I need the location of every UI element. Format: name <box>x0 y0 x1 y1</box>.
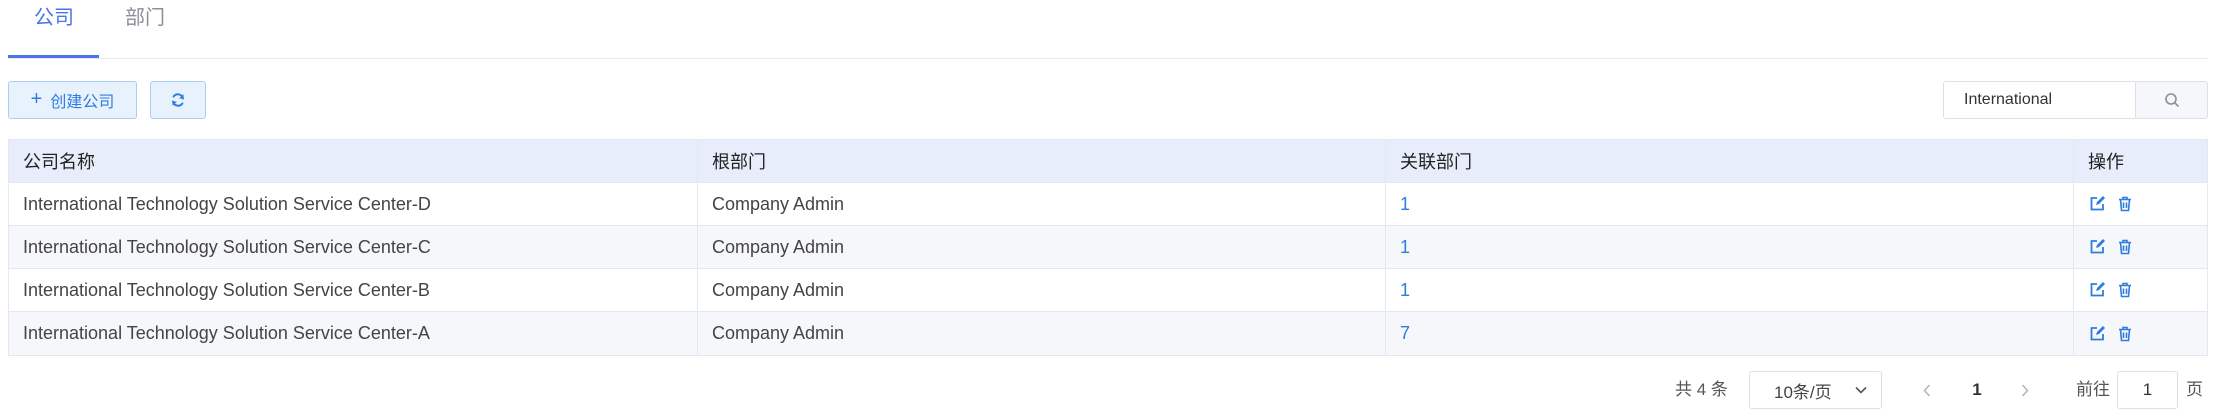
total-count: 共 4 条 <box>1675 380 1728 399</box>
search-box <box>1943 81 2208 119</box>
actions-cell <box>2074 269 2207 311</box>
company-name-cell: International Technology Solution Servic… <box>9 183 698 225</box>
linked-dept-cell: 1 <box>1386 226 2074 268</box>
tab-company[interactable]: 公司 <box>34 4 74 32</box>
refresh-icon <box>172 93 184 107</box>
column-header-company-name: 公司名称 <box>9 140 698 182</box>
company-name-cell: International Technology Solution Servic… <box>9 226 698 268</box>
table-row: International Technology Solution Servic… <box>9 226 2207 269</box>
company-table: 公司名称 根部门 关联部门 操作 International Technolog… <box>8 139 2208 356</box>
table-row: International Technology Solution Servic… <box>9 183 2207 226</box>
linked-dept-link[interactable]: 1 <box>1400 280 1410 301</box>
linked-dept-link[interactable]: 7 <box>1400 323 1410 344</box>
goto-label: 前往 <box>2076 380 2110 399</box>
page-suffix: 页 <box>2186 380 2203 399</box>
table-row: International Technology Solution Servic… <box>9 269 2207 312</box>
root-dept-cell: Company Admin <box>698 226 1386 268</box>
goto-page-input[interactable] <box>2117 371 2178 409</box>
chevron-left-icon <box>1923 383 1931 397</box>
linked-dept-link[interactable]: 1 <box>1400 237 1410 258</box>
plus-icon: + <box>30 88 43 110</box>
column-header-actions: 操作 <box>2088 152 2124 172</box>
edit-icon[interactable] <box>2088 325 2106 343</box>
tab-department[interactable]: 部门 <box>125 4 165 32</box>
column-header-root-dept: 根部门 <box>698 140 1386 182</box>
prev-page-button[interactable] <box>1912 371 1942 409</box>
actions-cell <box>2074 226 2207 268</box>
actions-cell <box>2074 312 2207 355</box>
delete-icon[interactable] <box>2116 195 2134 213</box>
search-button[interactable] <box>2135 82 2207 118</box>
edit-icon[interactable] <box>2088 195 2106 213</box>
column-header-linked-dept: 关联部门 <box>1386 140 2074 182</box>
chevron-right-icon <box>2021 383 2029 397</box>
company-name-cell: International Technology Solution Servic… <box>9 312 698 355</box>
refresh-button[interactable] <box>150 81 206 119</box>
root-dept-cell: Company Admin <box>698 269 1386 311</box>
linked-dept-cell: 1 <box>1386 183 2074 225</box>
company-name-cell: International Technology Solution Servic… <box>9 269 698 311</box>
delete-icon[interactable] <box>2116 281 2134 299</box>
edit-icon[interactable] <box>2088 238 2106 256</box>
edit-icon[interactable] <box>2088 281 2106 299</box>
search-icon <box>2164 93 2179 107</box>
linked-dept-cell: 7 <box>1386 312 2074 355</box>
delete-icon[interactable] <box>2116 238 2134 256</box>
page-size-select[interactable]: 10条/页 <box>1749 371 1882 409</box>
table-row: International Technology Solution Servic… <box>9 312 2207 355</box>
next-page-button[interactable] <box>2010 371 2040 409</box>
table-header-row: 公司名称 根部门 关联部门 操作 <box>9 140 2207 183</box>
linked-dept-cell: 1 <box>1386 269 2074 311</box>
search-input[interactable] <box>1944 82 2135 118</box>
delete-icon[interactable] <box>2116 325 2134 343</box>
root-dept-cell: Company Admin <box>698 183 1386 225</box>
actions-cell <box>2074 183 2207 225</box>
create-company-label: 创建公司 <box>50 94 115 111</box>
active-tab-indicator <box>8 55 99 58</box>
root-dept-cell: Company Admin <box>698 312 1386 355</box>
page-size-value: 10条/页 <box>1774 382 1832 402</box>
linked-dept-link[interactable]: 1 <box>1400 194 1410 215</box>
create-company-button[interactable]: + 创建公司 <box>8 81 137 119</box>
tab-bar: 公司 部门 <box>8 0 2208 59</box>
chevron-down-icon <box>1855 386 1867 394</box>
page-number[interactable]: 1 <box>1962 371 1992 409</box>
